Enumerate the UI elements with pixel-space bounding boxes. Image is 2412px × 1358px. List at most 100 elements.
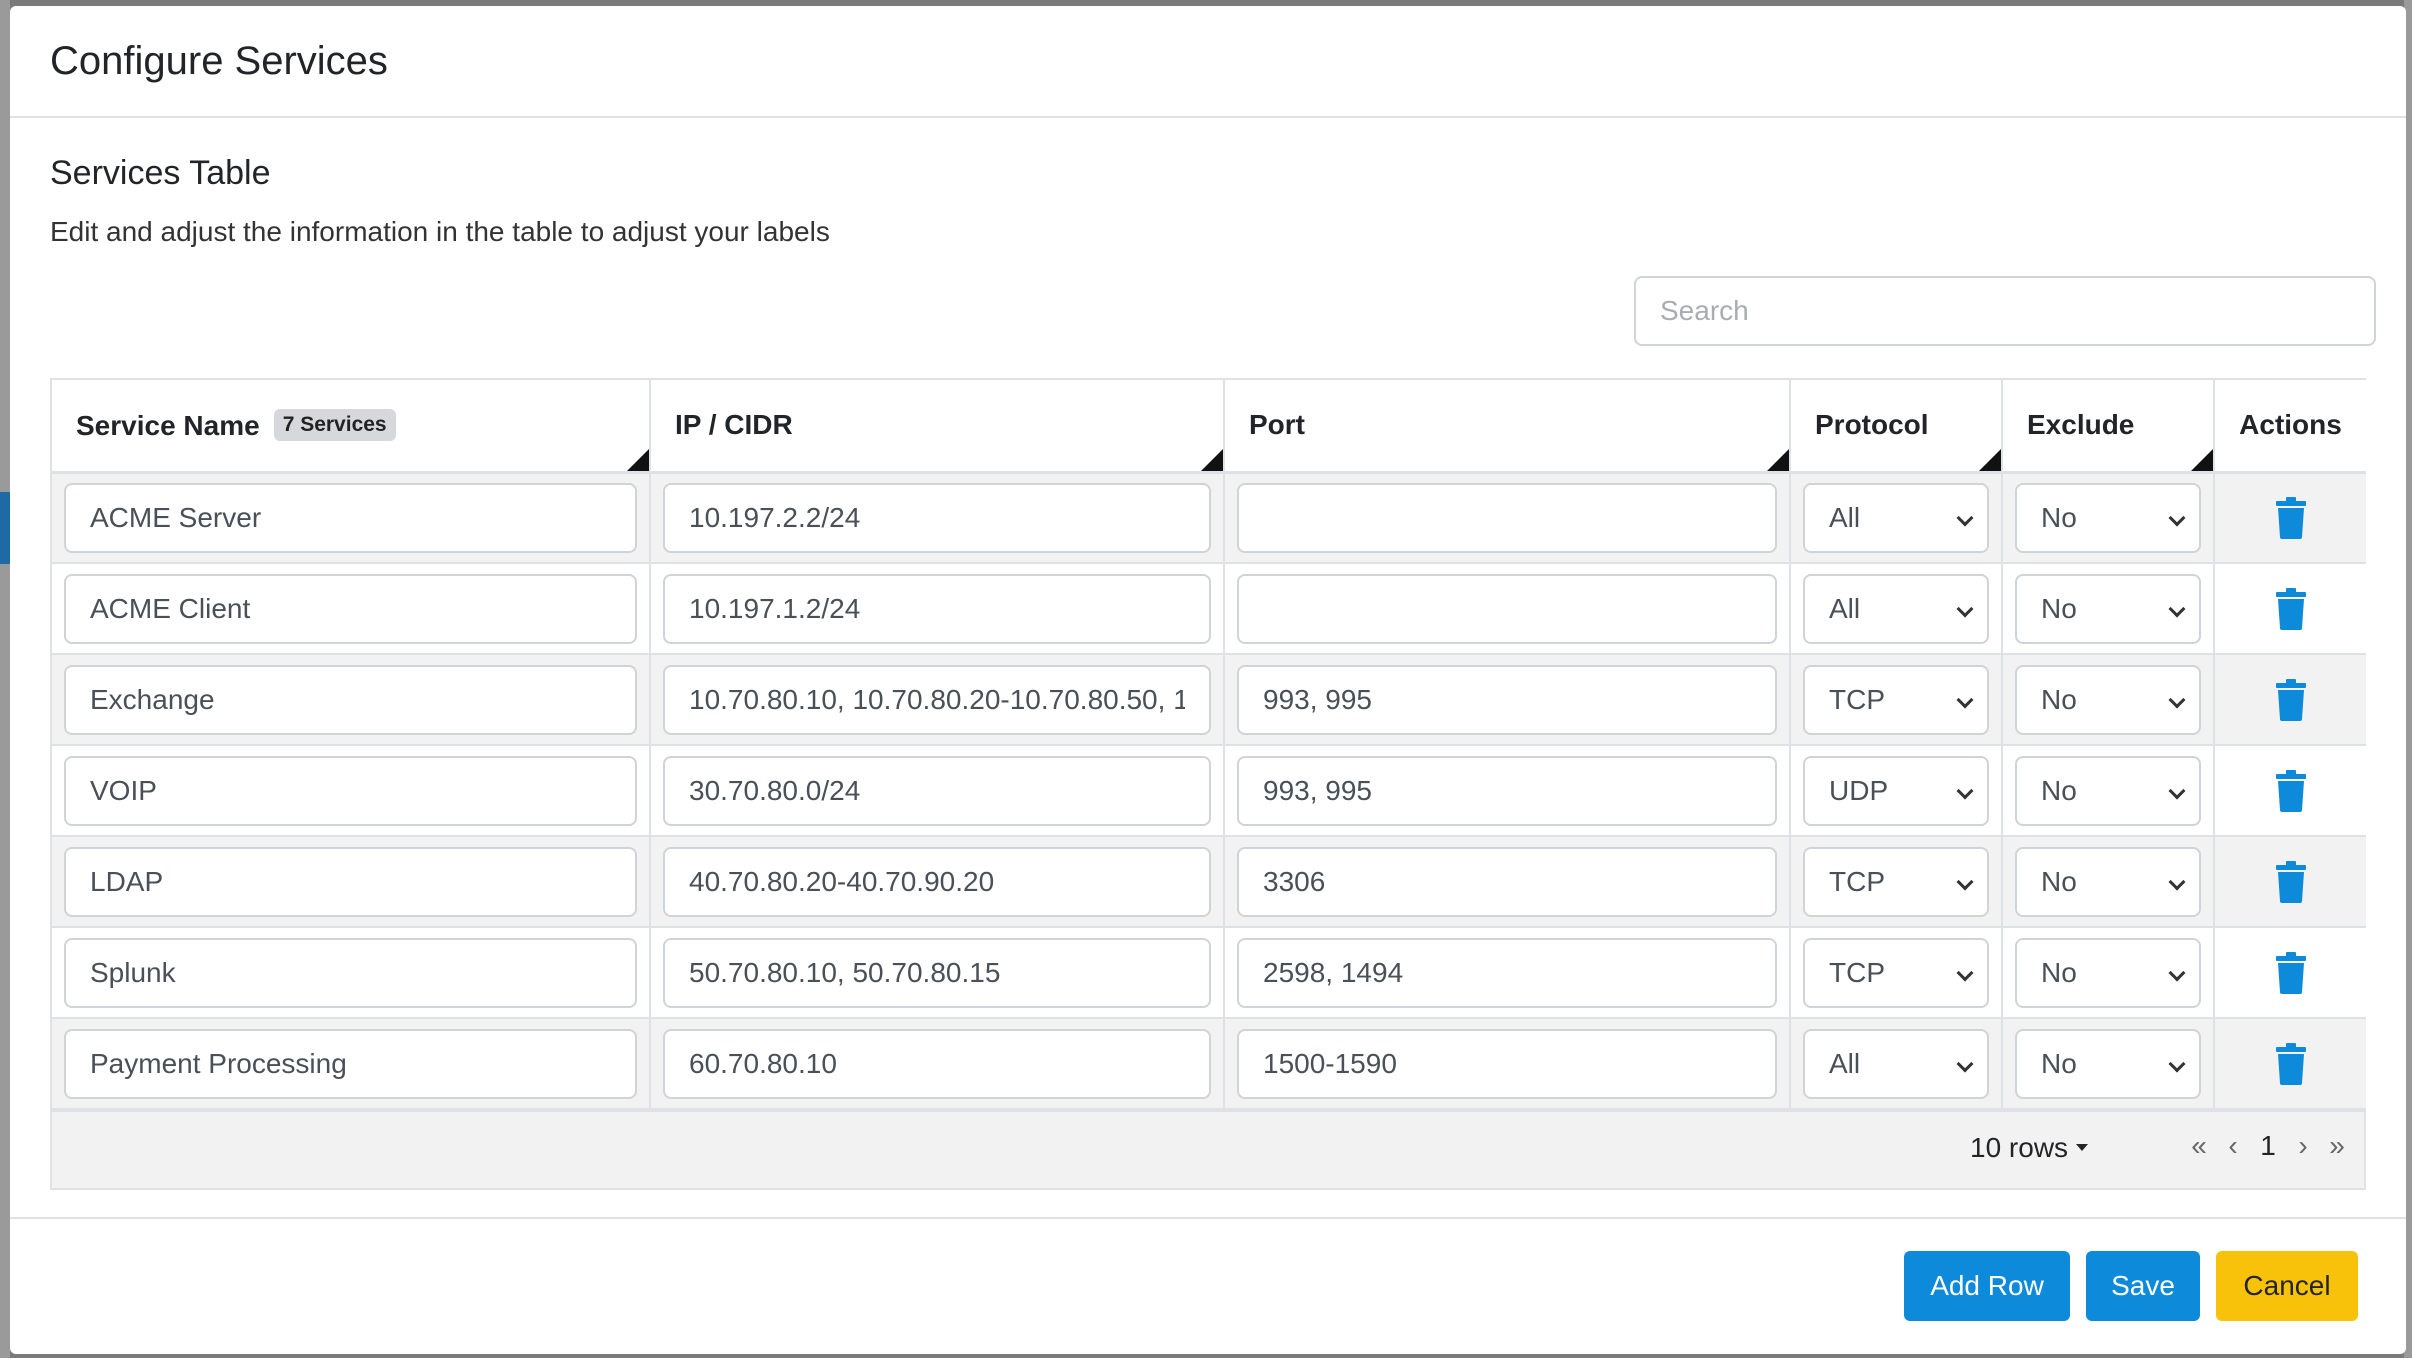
column-header-exclude[interactable]: Exclude [2002, 380, 2215, 474]
port-input[interactable] [1237, 573, 1777, 644]
section-description: Edit and adjust the information in the t… [50, 216, 830, 247]
ip-cidr-input[interactable] [663, 573, 1211, 644]
column-header-ip-cidr[interactable]: IP / CIDR [650, 380, 1225, 474]
trash-icon[interactable] [2275, 1042, 2306, 1085]
configure-services-modal: Configure Services Services Table Edit a… [10, 6, 2406, 1354]
exclude-select[interactable]: No [2015, 482, 2201, 553]
column-header-port[interactable]: Port [1224, 380, 1791, 474]
exclude-select[interactable]: No [2015, 755, 2201, 826]
exclude-select[interactable]: No [2015, 937, 2201, 1008]
protocol-value: All [1829, 592, 1861, 624]
table-footer: 10 rows « ‹ 1 › » [52, 1110, 2364, 1188]
current-page[interactable]: 1 [2250, 1130, 2286, 1162]
exclude-select[interactable]: No [2015, 664, 2201, 735]
port-input[interactable] [1237, 664, 1777, 735]
next-page-button[interactable]: › [2286, 1130, 2320, 1162]
actions-cell [2214, 745, 2366, 837]
column-header-protocol[interactable]: Protocol [1790, 380, 2003, 474]
exclude-select[interactable]: No [2015, 846, 2201, 917]
service-name-input[interactable] [64, 664, 637, 735]
ip-cidr-input[interactable] [663, 482, 1211, 553]
trash-icon[interactable] [2275, 678, 2306, 721]
service-name-input[interactable] [64, 937, 637, 1008]
modal-header: Configure Services [10, 6, 2406, 118]
exclude-select[interactable]: No [2015, 1028, 2201, 1099]
last-page-button[interactable]: » [2320, 1130, 2354, 1162]
table-row: All No [52, 1018, 2366, 1110]
column-header-actions: Actions [2214, 380, 2366, 474]
port-input[interactable] [1237, 1028, 1777, 1099]
column-resize-handle[interactable] [1201, 448, 1223, 471]
exclude-cell: No [2002, 745, 2215, 837]
protocol-value: All [1829, 1047, 1861, 1079]
protocol-select[interactable]: TCP [1803, 937, 1989, 1008]
service-name-cell [52, 927, 651, 1019]
save-button[interactable]: Save [2086, 1251, 2200, 1321]
port-input[interactable] [1237, 846, 1777, 917]
protocol-cell: TCP [1790, 836, 2003, 928]
trash-icon[interactable] [2275, 951, 2306, 994]
protocol-select[interactable]: TCP [1803, 664, 1989, 735]
services-table: Service Name 7 Services IP / CIDR Port P… [50, 378, 2366, 1190]
modal-footer: Add Row Save Cancel [10, 1217, 2406, 1354]
port-cell [1224, 654, 1791, 746]
column-header-service-name[interactable]: Service Name 7 Services [52, 380, 651, 474]
protocol-select[interactable]: All [1803, 482, 1989, 553]
exclude-cell: No [2002, 1018, 2215, 1110]
ip-cidr-cell [650, 654, 1225, 746]
cancel-button[interactable]: Cancel [2216, 1251, 2358, 1321]
exclude-value: No [2041, 956, 2077, 988]
ip-cidr-input[interactable] [663, 664, 1211, 735]
port-cell [1224, 745, 1791, 837]
ip-cidr-cell [650, 927, 1225, 1019]
caret-down-icon [2076, 1144, 2089, 1151]
port-input[interactable] [1237, 482, 1777, 553]
ip-cidr-input[interactable] [663, 755, 1211, 826]
actions-cell [2214, 654, 2366, 746]
trash-icon[interactable] [2275, 769, 2306, 812]
exclude-cell: No [2002, 927, 2215, 1019]
column-resize-handle[interactable] [1979, 448, 2001, 471]
column-resize-handle[interactable] [1767, 448, 1789, 471]
protocol-select[interactable]: TCP [1803, 846, 1989, 917]
add-row-button[interactable]: Add Row [1904, 1251, 2070, 1321]
ip-cidr-input[interactable] [663, 937, 1211, 1008]
service-name-input[interactable] [64, 755, 637, 826]
protocol-select[interactable]: All [1803, 1028, 1989, 1099]
protocol-select[interactable]: UDP [1803, 755, 1989, 826]
chevron-down-icon [1956, 1055, 1974, 1072]
prev-page-button[interactable]: ‹ [2216, 1130, 2250, 1162]
table-row: All No [52, 563, 2366, 655]
rows-per-page-dropdown[interactable]: 10 rows [1970, 1132, 2089, 1164]
service-name-input[interactable] [64, 482, 637, 553]
actions-cell [2214, 1018, 2366, 1110]
column-resize-handle[interactable] [2191, 448, 2213, 471]
actions-cell [2214, 927, 2366, 1019]
chevron-down-icon [2168, 1055, 2186, 1072]
column-resize-handle[interactable] [627, 448, 649, 471]
exclude-select[interactable]: No [2015, 573, 2201, 644]
service-name-input[interactable] [64, 1028, 637, 1099]
trash-icon[interactable] [2275, 496, 2306, 539]
protocol-cell: UDP [1790, 745, 2003, 837]
protocol-select[interactable]: All [1803, 573, 1989, 644]
first-page-button[interactable]: « [2182, 1130, 2216, 1162]
service-name-cell [52, 1018, 651, 1110]
chevron-down-icon [2168, 782, 2186, 799]
exclude-cell: No [2002, 472, 2215, 564]
port-cell [1224, 1018, 1791, 1110]
exclude-cell: No [2002, 836, 2215, 928]
service-name-input[interactable] [64, 573, 637, 644]
ip-cidr-input[interactable] [663, 1028, 1211, 1099]
service-name-input[interactable] [64, 846, 637, 917]
port-input[interactable] [1237, 937, 1777, 1008]
search-input[interactable] [1634, 276, 2376, 346]
trash-icon[interactable] [2275, 587, 2306, 630]
background-nav-accent [0, 492, 10, 564]
column-label: Exclude [2027, 409, 2135, 441]
ip-cidr-input[interactable] [663, 846, 1211, 917]
port-input[interactable] [1237, 755, 1777, 826]
ip-cidr-cell [650, 1018, 1225, 1110]
chevron-down-icon [2168, 509, 2186, 527]
trash-icon[interactable] [2275, 860, 2306, 903]
